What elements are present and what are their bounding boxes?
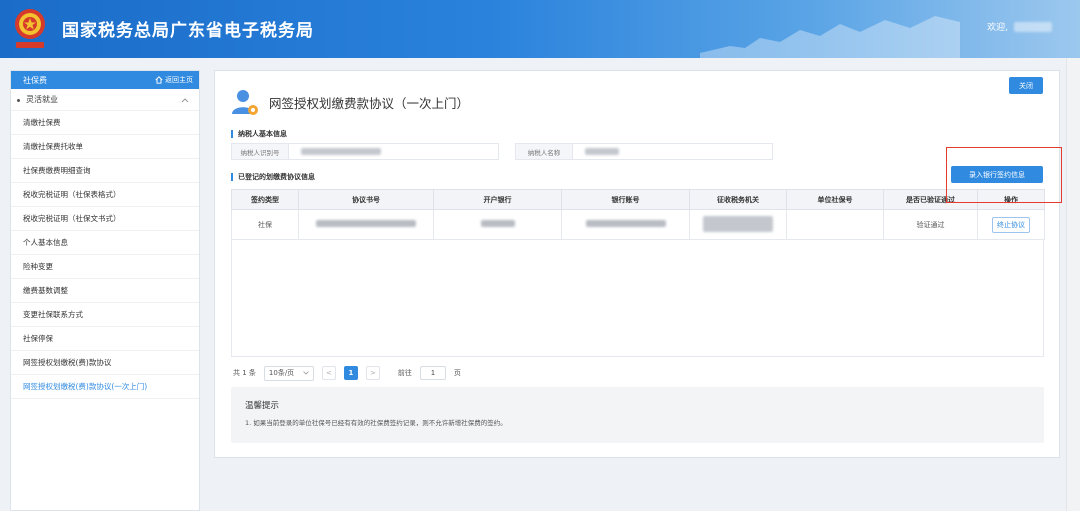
taxpayer-name-redacted xyxy=(585,148,619,155)
welcome-label: 欢迎, xyxy=(987,23,1008,33)
page-suffix: 页 xyxy=(453,369,461,377)
col-header-bank: 开户银行 xyxy=(433,189,562,210)
site-title: 国家税务总局广东省电子税务局 xyxy=(62,21,314,41)
col-header-unit-social-no: 单位社保号 xyxy=(786,189,884,210)
chevron-down-icon xyxy=(303,371,309,375)
taxpayer-name-label: 纳税人名称 xyxy=(515,143,573,160)
bullet-icon xyxy=(17,99,20,102)
sidebar-item-label: 险种变更 xyxy=(23,262,53,271)
sidebar-item-label: 网签授权划缴税(费)款协议 xyxy=(23,358,112,367)
sidebar-item-label: 网签授权划缴税(费)款协议(一次上门) xyxy=(23,382,148,391)
col-header-agreement-no: 协议书号 xyxy=(298,189,434,210)
sidebar-item-online-agreement[interactable]: 网签授权划缴税(费)款协议 xyxy=(11,351,199,375)
bank-redacted xyxy=(480,220,515,227)
sidebar-item-label: 清缴社保费托收单 xyxy=(23,142,83,151)
terminate-agreement-button[interactable]: 终止协议 xyxy=(992,216,1030,233)
cell-tax-office xyxy=(689,209,787,240)
sidebar-item-clear-payment-collection[interactable]: 清缴社保费托收单 xyxy=(11,135,199,159)
tips-title: 温馨提示 xyxy=(245,401,280,411)
username-redacted[interactable] xyxy=(1014,21,1052,32)
page-number-button[interactable]: 1 xyxy=(343,366,358,380)
total-count: 共 1 条 xyxy=(233,369,256,377)
user-settings-icon xyxy=(232,90,258,115)
cell-account-no xyxy=(561,209,690,240)
national-emblem-logo xyxy=(15,9,45,48)
cell-sign-type: 社保 xyxy=(231,209,299,240)
sidebar-item-label: 税收完税证明（社保表格式） xyxy=(23,190,121,199)
sidebar-group-label: 灵活就业 xyxy=(26,95,58,104)
section-title-registered-agreements: 已登记的划缴费协议信息 xyxy=(231,173,315,181)
tax-office-redacted xyxy=(703,215,773,232)
goto-label: 前往 xyxy=(397,369,412,377)
page-size-select[interactable]: 10条/页 xyxy=(263,365,314,381)
sidebar-item-contact-change[interactable]: 变更社保联系方式 xyxy=(11,303,199,327)
sidebar-item-label: 社保费缴费明细查询 xyxy=(23,166,91,175)
table-header-row: 签约类型 协议书号 开户银行 银行账号 征收税务机关 单位社保号 是否已验证通过… xyxy=(231,189,1045,210)
cell-bank xyxy=(433,209,562,240)
cell-agreement-no xyxy=(298,209,434,240)
sidebar-item-label: 社保停保 xyxy=(23,334,53,343)
goto-page-input[interactable] xyxy=(419,366,446,380)
home-link[interactable]: 返回主页 xyxy=(155,75,193,85)
sidebar-header-title: 社保费 xyxy=(23,75,47,85)
sidebar-item-clear-payment[interactable]: 清缴社保费 xyxy=(11,111,199,135)
col-header-account-no: 银行账号 xyxy=(561,189,690,210)
sidebar-group-flexible-employment[interactable]: 灵活就业 xyxy=(11,89,199,111)
page-scrollbar[interactable] xyxy=(1066,58,1080,511)
table-row: 社保 验证通过 终止协议 xyxy=(231,209,1045,240)
sidebar: 社保费 返回主页 灵活就业 清缴社保费 清缴社保费托收单 社保费缴费明细查询 税… xyxy=(10,70,200,511)
close-button[interactable]: 关闭 xyxy=(1009,77,1043,94)
cell-verified: 验证通过 xyxy=(883,209,978,240)
sidebar-item-stop-insurance[interactable]: 社保停保 xyxy=(11,327,199,351)
prev-page-button[interactable]: < xyxy=(321,366,336,380)
sidebar-item-label: 缴费基数调整 xyxy=(23,286,68,295)
next-page-button[interactable]: > xyxy=(365,366,380,380)
sidebar-item-insurance-change[interactable]: 险种变更 xyxy=(11,255,199,279)
highlight-annotation-frame xyxy=(946,147,1062,203)
tips-box: 温馨提示 1. 如果当前登录的单位社保号已经有有效的社保费签约记录，则不允许新增… xyxy=(231,387,1044,443)
sidebar-item-label: 税收完税证明（社保文书式） xyxy=(23,214,121,223)
sidebar-item-label: 个人基本信息 xyxy=(23,238,68,247)
col-header-sign-type: 签约类型 xyxy=(231,189,299,210)
chevron-up-icon xyxy=(181,97,189,102)
taxpayer-name-value xyxy=(573,143,773,160)
account-no-redacted xyxy=(585,220,666,227)
great-wall-decoration xyxy=(700,16,960,58)
sidebar-header: 社保费 返回主页 xyxy=(11,71,199,89)
sidebar-item-online-agreement-one-visit[interactable]: 网签授权划缴税(费)款协议(一次上门) xyxy=(11,375,199,399)
top-header: 国家税务总局广东省电子税务局 欢迎, xyxy=(0,0,1080,58)
page-size-value: 10条/页 xyxy=(268,369,295,377)
section-title-taxpayer-info: 纳税人基本信息 xyxy=(231,130,287,138)
home-icon xyxy=(155,76,163,84)
tips-text: 1. 如果当前登录的单位社保号已经有有效的社保费签约记录，则不允许新增社保费的签… xyxy=(245,419,507,427)
sidebar-item-base-adjust[interactable]: 缴费基数调整 xyxy=(11,279,199,303)
taxpayer-id-value xyxy=(289,143,499,160)
sidebar-item-tax-cert-table[interactable]: 税收完税证明（社保表格式） xyxy=(11,183,199,207)
sidebar-item-payment-detail-query[interactable]: 社保费缴费明细查询 xyxy=(11,159,199,183)
agreement-no-redacted xyxy=(316,220,416,227)
page-title: 网签授权划缴费款协议（一次上门） xyxy=(269,96,470,111)
sidebar-item-personal-info[interactable]: 个人基本信息 xyxy=(11,231,199,255)
col-header-tax-office: 征收税务机关 xyxy=(689,189,787,210)
welcome-area: 欢迎, xyxy=(987,20,1052,33)
sidebar-item-label: 清缴社保费 xyxy=(23,118,61,127)
agreements-table: 签约类型 协议书号 开户银行 银行账号 征收税务机关 单位社保号 是否已验证通过… xyxy=(231,189,1045,240)
pagination: 共 1 条 10条/页 < 1 > 前往 页 xyxy=(233,365,461,381)
cell-action: 终止协议 xyxy=(977,209,1045,240)
taxpayer-id-label: 纳税人识别号 xyxy=(231,143,289,160)
main-panel: 关闭 网签授权划缴费款协议（一次上门） 纳税人基本信息 纳税人识别号 纳税人名称… xyxy=(214,70,1060,458)
taxpayer-info-row: 纳税人识别号 纳税人名称 xyxy=(231,143,773,160)
table-empty-area xyxy=(231,240,1044,357)
cell-unit-social-no xyxy=(786,209,884,240)
taxpayer-id-redacted xyxy=(301,148,381,155)
sidebar-item-tax-cert-document[interactable]: 税收完税证明（社保文书式） xyxy=(11,207,199,231)
sidebar-item-label: 变更社保联系方式 xyxy=(23,310,83,319)
home-link-label: 返回主页 xyxy=(165,76,193,84)
